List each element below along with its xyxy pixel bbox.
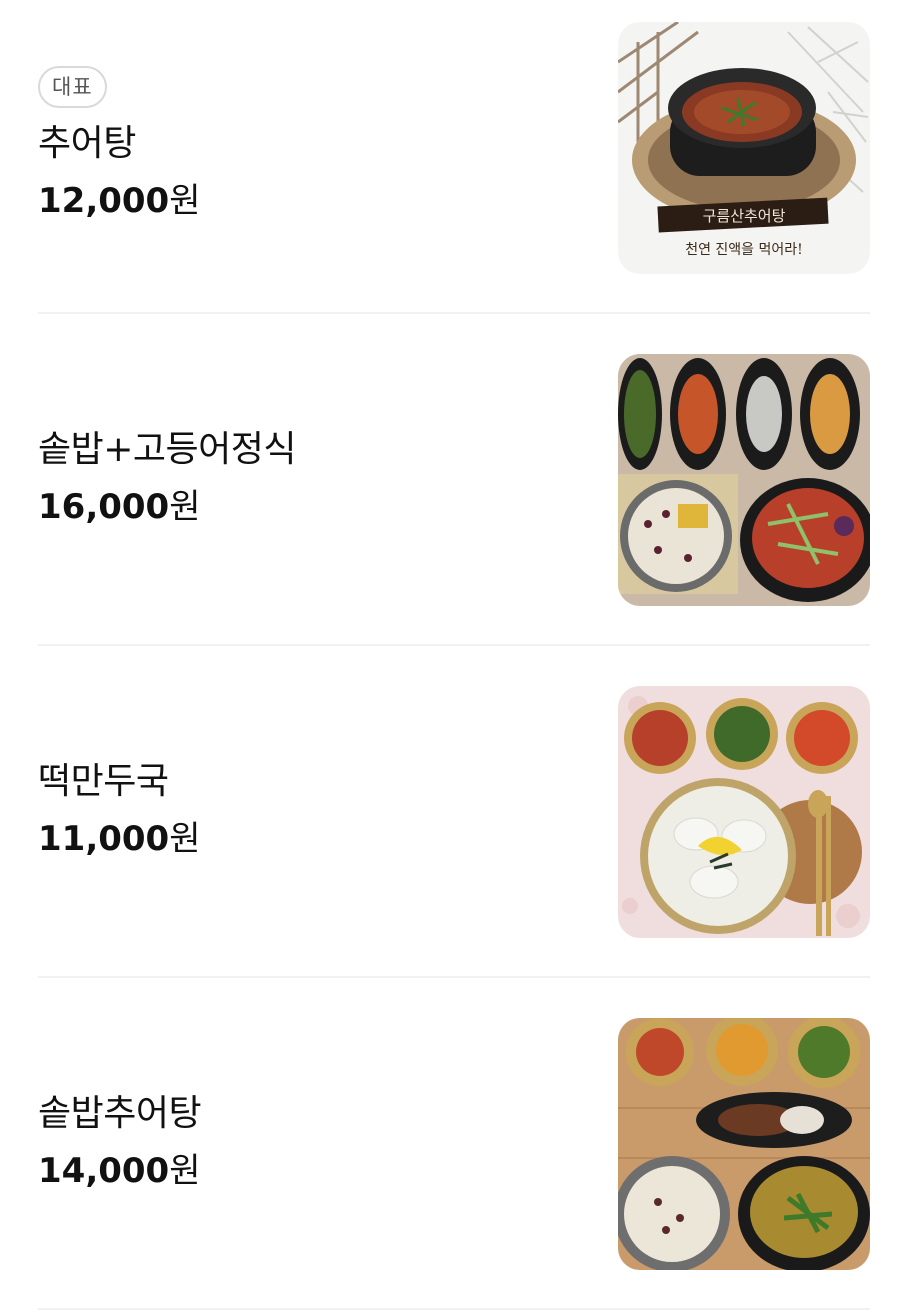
menu-item-name: 솥밥추어탕 — [38, 1093, 202, 1134]
price-unit: 원 — [169, 181, 201, 221]
pot-rice-mackerel-set-image[interactable] — [618, 354, 870, 606]
menu-item[interactable]: 솥밥추어탕 14,000원 — [38, 978, 870, 1310]
menu-item-price: 11,000원 — [38, 816, 598, 862]
signature-badge: 대표 — [38, 66, 107, 108]
menu-item-name: 추어탕 — [38, 123, 136, 164]
price-number: 12,000 — [38, 181, 170, 221]
svg-text:천연 진액을 먹어라!: 천연 진액을 먹어라! — [685, 242, 803, 258]
menu-item-price: 12,000원 — [38, 178, 598, 224]
menu-item-info: 떡만두국 11,000원 — [38, 758, 598, 862]
menu-item-name: 솥밥+고등어정식 — [38, 429, 297, 470]
pot-rice-chueotang-set-image[interactable] — [618, 1018, 870, 1270]
menu-item-info: 솥밥+고등어정식 16,000원 — [38, 426, 598, 530]
menu-item-price: 14,000원 — [38, 1148, 598, 1194]
menu-list: 대표 추어탕 12,000원 구름산추어탕 천연 진액을 먹어라! 솥밥+고등어… — [38, 0, 870, 1310]
price-unit: 원 — [169, 487, 201, 527]
menu-item-name: 떡만두국 — [38, 761, 169, 802]
price-unit: 원 — [169, 819, 201, 859]
menu-item[interactable]: 떡만두국 11,000원 — [38, 646, 870, 978]
menu-item[interactable]: 대표 추어탕 12,000원 구름산추어탕 천연 진액을 먹어라! — [38, 0, 870, 314]
price-number: 11,000 — [38, 819, 170, 859]
svg-text:구름산추어탕: 구름산추어탕 — [703, 207, 786, 225]
menu-item-info: 솥밥추어탕 14,000원 — [38, 1090, 598, 1194]
price-number: 14,000 — [38, 1151, 170, 1191]
chueotang-pot-image[interactable]: 구름산추어탕 천연 진액을 먹어라! — [618, 22, 870, 274]
price-unit: 원 — [169, 1151, 201, 1191]
menu-item-price: 16,000원 — [38, 484, 598, 530]
price-number: 16,000 — [38, 487, 170, 527]
menu-item[interactable]: 솥밥+고등어정식 16,000원 — [38, 314, 870, 646]
rice-cake-dumpling-soup-image[interactable] — [618, 686, 870, 938]
menu-item-info: 대표 추어탕 12,000원 — [38, 66, 598, 224]
